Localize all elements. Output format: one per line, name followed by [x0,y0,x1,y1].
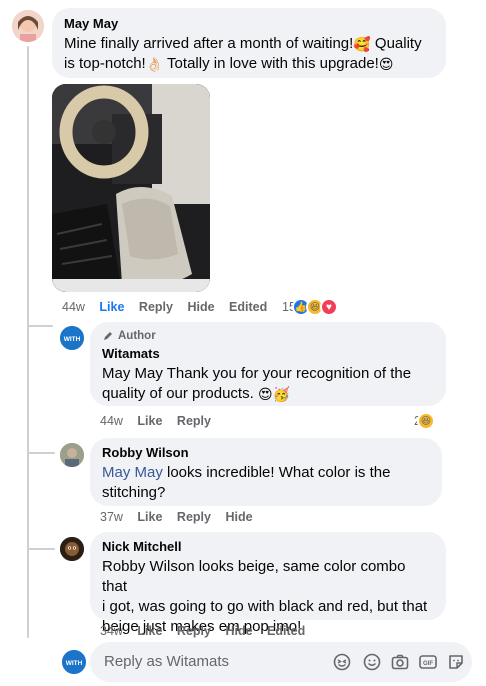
comment-text-part: stitching? [102,484,166,501]
smiling-face-hearts-emoji-icon: 🥰 [353,36,371,52]
comment-text-part: Quality [370,35,422,52]
hide-button[interactable]: Hide [187,300,214,314]
reaction-summary[interactable]: 15 👍 😆 ♥ [282,298,338,316]
comment-text-part: looks incredible! What color is the [162,464,391,481]
reply-button[interactable]: Reply [177,414,211,428]
comment-text-part: May May Thank you for your recognition o… [102,365,412,382]
comment-actions: 44w Like Reply [100,414,222,428]
comment-bubble-may-may: May May Mine finally arrived after a mon… [52,8,446,78]
avatar-witamats[interactable]: WITH [60,326,84,350]
comment-timestamp[interactable]: 44w [100,414,123,428]
comment-author[interactable]: May May [64,16,434,32]
avatar-text: WITH [66,660,83,667]
avatar-nick-mitchell[interactable] [60,537,84,561]
thread-connector [27,548,55,550]
comment-text: May May looks incredible! What color is … [102,463,430,503]
avatar-text: WITH [64,336,81,343]
comment-text-part: Mine finally arrived after a month of wa… [64,35,354,52]
comment-bubble-robby-wilson: Robby Wilson May May looks incredible! W… [90,438,442,506]
comment-timestamp[interactable]: 37w [100,510,123,524]
author-badge: Author [102,329,434,343]
gif-icon[interactable]: GIF [418,652,438,672]
pencil-icon [104,332,112,340]
sticker-icon[interactable] [332,652,352,672]
thread-connector [27,452,55,454]
mention-link[interactable]: May May [102,464,163,481]
reply-input[interactable]: Reply as Witamats GIF [90,642,472,682]
comment-timestamp[interactable]: 34w [100,624,123,638]
heart-eyes-emoji-icon: 😍 [257,386,273,402]
emoji-icon[interactable] [362,652,382,672]
like-button[interactable]: Like [137,510,162,524]
like-button[interactable]: Like [99,300,124,314]
comment-text-part: quality of our products. [102,385,254,402]
avatar-sticker-icon[interactable] [446,652,466,672]
author-badge-label: Author [118,330,156,342]
love-reaction-icon: ♥ [319,298,338,316]
comment-timestamp[interactable]: 44w [62,300,85,314]
comment-photo[interactable] [52,84,210,292]
thread-connector [27,325,53,327]
reaction-summary[interactable]: 2 😆 [414,412,435,430]
haha-reaction-icon: 😆 [416,412,435,430]
composer-avatar: WITH [62,650,86,674]
heart-eyes-emoji-icon: 😍 [378,56,394,72]
comment-bubble-nick-mitchell: Nick Mitchell Robby Wilson looks beige, … [90,532,446,635]
reply-button[interactable]: Reply [139,300,173,314]
hide-button[interactable]: Hide [225,624,252,638]
comment-author[interactable]: Robby Wilson [102,445,430,461]
avatar-may-may[interactable] [12,10,44,42]
svg-text:GIF: GIF [423,661,433,667]
camera-icon[interactable] [390,652,410,672]
comment-bubble-witamats: Author Witamats May May Thank you for yo… [90,322,446,406]
comment-text: Mine finally arrived after a month of wa… [64,34,434,74]
comment-author[interactable]: Witamats [102,346,434,362]
reply-button[interactable]: Reply [177,624,211,638]
ok-hand-emoji-icon: 👌🏻 [145,56,164,72]
comment-actions: 44w Like Reply Hide Edited [62,300,278,314]
comment-text: May May Thank you for your recognition o… [102,364,434,404]
comment-text-part: is top-notch! [64,55,146,72]
like-button[interactable]: Like [137,414,162,428]
reply-placeholder: Reply as Witamats [104,653,230,670]
hide-button[interactable]: Hide [225,510,252,524]
edited-label: Edited [229,300,268,314]
comment-actions: 37w Like Reply Hide [100,510,264,524]
edited-label: Edited [267,624,306,638]
comment-text-part: Totally in love with this upgrade! [163,55,379,72]
comment-text-part: Robby Wilson looks beige, same color com… [102,558,406,595]
comment-author[interactable]: Nick Mitchell [102,539,434,555]
comment-actions: 34w Like Reply Hide Edited [100,624,316,638]
hugging-face-emoji-icon: 🥳 [272,386,290,402]
comment-text-part: i got, was going to go with black and re… [102,598,428,615]
like-button[interactable]: Like [137,624,162,638]
reply-button[interactable]: Reply [177,510,211,524]
avatar-robby-wilson[interactable] [60,443,84,467]
